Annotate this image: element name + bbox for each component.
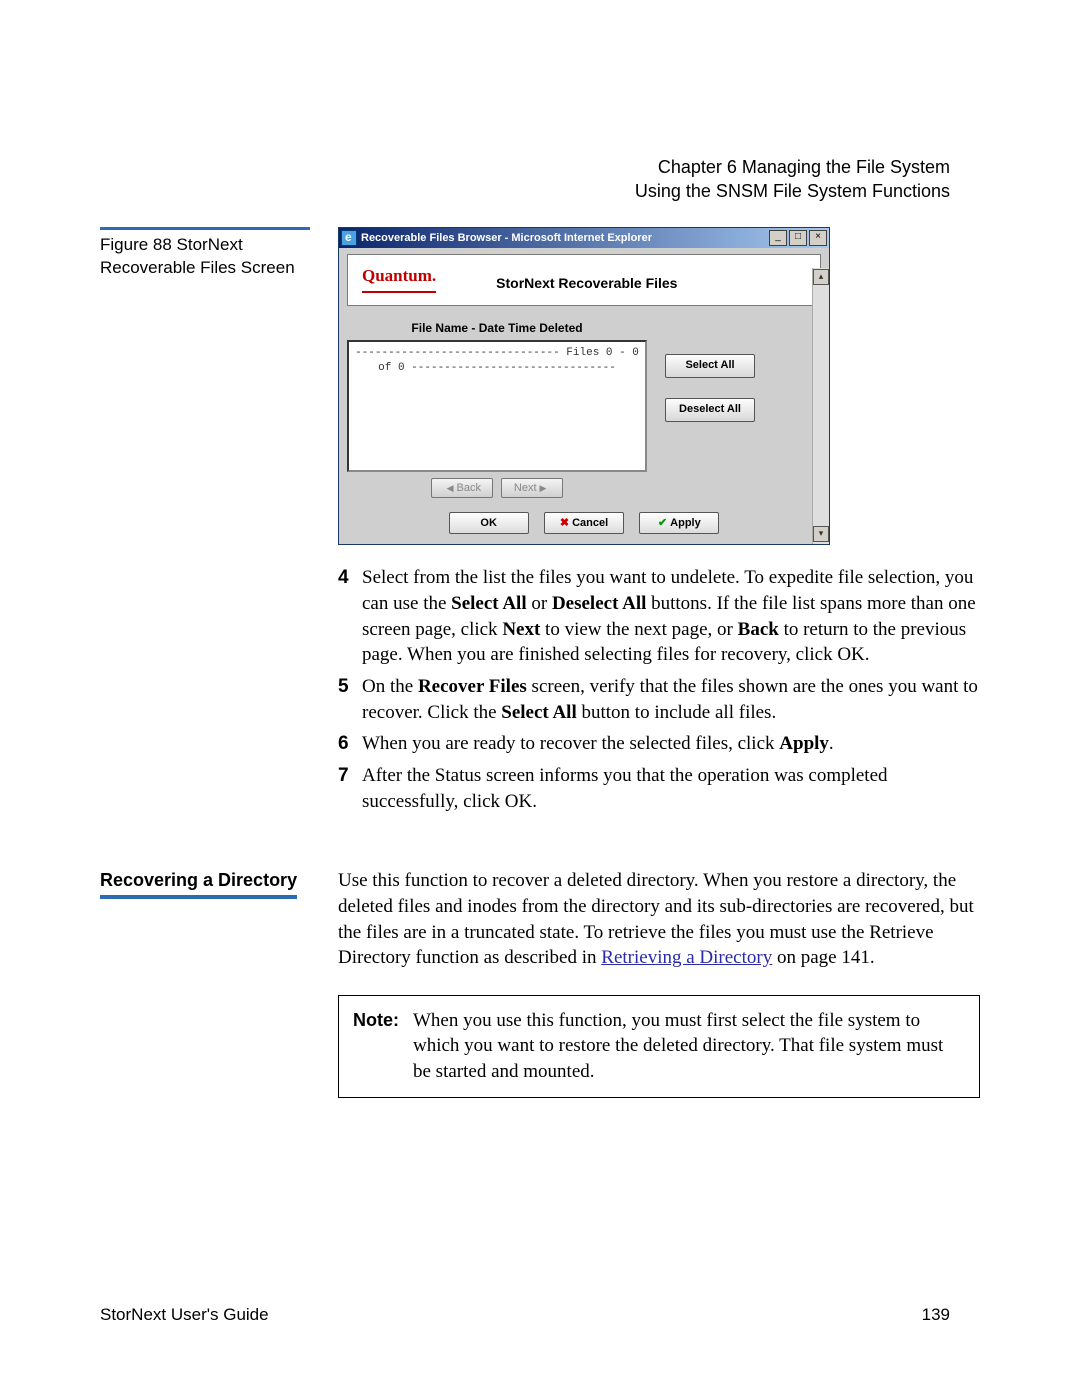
recoverable-files-window: Recoverable Files Browser - Microsoft In… xyxy=(338,227,830,545)
apply-button-label: Apply xyxy=(670,516,701,531)
retrieving-directory-link[interactable]: Retrieving a Directory xyxy=(601,947,772,968)
step-list: 4 Select from the list the files you wan… xyxy=(338,565,980,814)
figure-rule xyxy=(100,227,310,230)
step-5: 5 On the Recover Files screen, verify th… xyxy=(338,674,980,725)
app-title: StorNext Recoverable Files xyxy=(496,274,677,293)
step-7: 7 After the Status screen informs you th… xyxy=(338,763,980,814)
brand-row: Quantum. StorNext Recoverable Files xyxy=(347,254,821,306)
cancel-button[interactable]: ✖ Cancel xyxy=(544,512,624,534)
scroll-up-icon[interactable]: ▴ xyxy=(813,269,829,285)
step-number: 6 xyxy=(338,731,362,757)
window-maximize-button[interactable]: □ xyxy=(789,230,807,246)
back-button[interactable]: ◀ Back xyxy=(431,478,493,498)
file-list[interactable]: ------------------------------- Files 0 … xyxy=(347,340,647,472)
select-all-button[interactable]: Select All xyxy=(665,354,755,378)
step-number: 7 xyxy=(338,763,362,814)
window-title: Recoverable Files Browser - Microsoft In… xyxy=(361,231,767,246)
scroll-down-icon[interactable]: ▾ xyxy=(813,526,829,542)
step-text: After the Status screen informs you that… xyxy=(362,763,980,814)
footer-page-number: 139 xyxy=(922,1304,950,1327)
figure-caption-line1: Figure 88 StorNext xyxy=(100,235,243,254)
apply-button[interactable]: ✔ Apply xyxy=(639,512,719,534)
next-button[interactable]: Next ▶ xyxy=(501,478,563,498)
next-button-label: Next xyxy=(514,481,537,496)
page-footer: StorNext User's Guide 139 xyxy=(100,1304,950,1327)
header-section: Using the SNSM File System Functions xyxy=(635,179,950,203)
file-list-empty-text: ------------------------------- Files 0 … xyxy=(355,347,639,374)
note-text: When you use this function, you must fir… xyxy=(413,1008,965,1085)
step-number: 5 xyxy=(338,674,362,725)
scrollbar[interactable]: ▴ ▾ xyxy=(812,268,829,544)
cancel-button-label: Cancel xyxy=(572,516,608,531)
ok-button[interactable]: OK xyxy=(449,512,529,534)
figure-caption: Figure 88 StorNext Recoverable Files Scr… xyxy=(100,234,310,280)
back-arrow-icon: ◀ xyxy=(447,482,454,494)
cancel-x-icon: ✖ xyxy=(560,516,569,531)
ie-icon xyxy=(341,230,357,246)
note-box: Note: When you use this function, you mu… xyxy=(338,995,980,1098)
quantum-logo: Quantum. xyxy=(362,265,436,293)
section-paragraph: Use this function to recover a deleted d… xyxy=(338,868,980,971)
note-label: Note: xyxy=(353,1008,399,1085)
back-button-label: Back xyxy=(457,481,481,496)
step-text: On the Recover Files screen, verify that… xyxy=(362,674,980,725)
step-6: 6 When you are ready to recover the sele… xyxy=(338,731,980,757)
figure-caption-line2: Recoverable Files Screen xyxy=(100,258,295,277)
apply-check-icon: ✔ xyxy=(658,516,667,531)
deselect-all-button[interactable]: Deselect All xyxy=(665,398,755,422)
step-number: 4 xyxy=(338,565,362,668)
step-text: Select from the list the files you want … xyxy=(362,565,980,668)
window-titlebar: Recoverable Files Browser - Microsoft In… xyxy=(339,228,829,248)
step-4: 4 Select from the list the files you wan… xyxy=(338,565,980,668)
ok-button-label: OK xyxy=(480,516,497,531)
next-arrow-icon: ▶ xyxy=(540,482,547,494)
window-minimize-button[interactable]: _ xyxy=(769,230,787,246)
footer-guide-name: StorNext User's Guide xyxy=(100,1304,269,1327)
window-close-button[interactable]: × xyxy=(809,230,827,246)
section-heading: Recovering a Directory xyxy=(100,868,297,898)
header-chapter: Chapter 6 Managing the File System xyxy=(635,155,950,179)
file-list-header: File Name - Date Time Deleted xyxy=(347,316,647,340)
step-text: When you are ready to recover the select… xyxy=(362,731,980,757)
page-header: Chapter 6 Managing the File System Using… xyxy=(635,155,950,204)
